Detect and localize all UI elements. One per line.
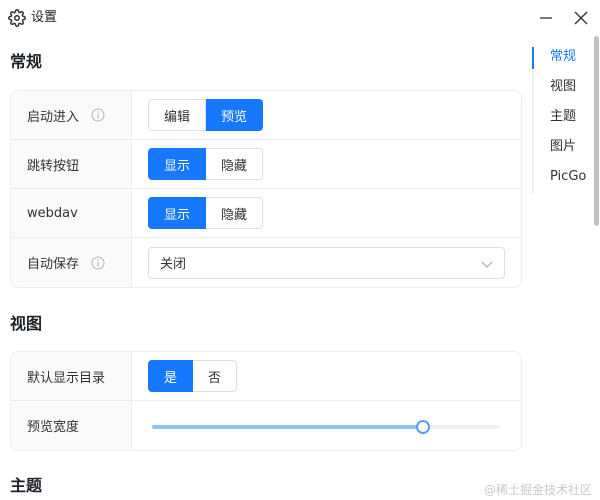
minimize-button[interactable] xyxy=(536,8,556,28)
option-edit[interactable]: 编辑 xyxy=(148,99,207,131)
info-icon[interactable] xyxy=(91,108,105,122)
section-title-general: 常规 xyxy=(10,52,43,71)
minimize-icon xyxy=(540,17,552,19)
setting-label: 预览宽度 xyxy=(27,420,80,435)
setting-value-cell: 显示 隐藏 xyxy=(132,140,521,188)
anchor-image[interactable]: 图片 xyxy=(534,134,592,164)
option-preview[interactable]: 预览 xyxy=(206,99,264,131)
setting-value-cell: 关闭 xyxy=(132,238,521,287)
anchor-view[interactable]: 视图 xyxy=(534,74,592,104)
section-title-view: 视图 xyxy=(10,314,43,333)
anchor-theme[interactable]: 主题 xyxy=(534,104,592,134)
setting-label-cell: 默认显示目录 xyxy=(11,352,132,400)
setting-row-autosave: 自动保存 关闭 xyxy=(11,238,521,287)
setting-row-startup: 启动进入 编辑 预览 xyxy=(11,91,521,140)
setting-label-cell: 自动保存 xyxy=(11,238,132,287)
setting-label-cell: 启动进入 xyxy=(11,91,132,139)
setting-row-preview-width: 预览宽度 xyxy=(11,401,521,450)
info-icon[interactable] xyxy=(91,256,105,270)
setting-label-cell: 跳转按钮 xyxy=(11,140,132,188)
select-value: 关闭 xyxy=(160,257,187,272)
anchor-picgo[interactable]: PicGo xyxy=(534,164,592,194)
setting-value-cell: 是 否 xyxy=(132,352,521,400)
option-show[interactable]: 显示 xyxy=(148,197,207,229)
preview-width-slider[interactable] xyxy=(152,416,500,436)
scrollbar[interactable] xyxy=(594,36,599,226)
chevron-down-icon xyxy=(481,261,493,268)
settings-content: 常规 启动进入 编辑 预览 跳转按钮 显示 隐藏 webdav 显示 隐藏 自动… xyxy=(0,36,530,500)
window-title: 设置 xyxy=(31,10,58,25)
default-toc-segmented: 是 否 xyxy=(148,360,238,392)
anchor-general[interactable]: 常规 xyxy=(534,44,592,74)
webdav-segmented: 显示 隐藏 xyxy=(148,197,264,229)
setting-value-cell: 编辑 预览 xyxy=(132,91,521,139)
setting-row-default-toc: 默认显示目录 是 否 xyxy=(11,352,521,401)
close-button[interactable] xyxy=(571,8,591,28)
watermark: @稀土掘金技术社区 xyxy=(484,483,593,497)
view-settings-card: 默认显示目录 是 否 预览宽度 xyxy=(10,351,522,451)
option-no[interactable]: 否 xyxy=(193,360,238,392)
setting-label: 跳转按钮 xyxy=(27,158,80,174)
jump-button-segmented: 显示 隐藏 xyxy=(148,148,264,180)
section-title-theme: 主题 xyxy=(10,476,43,495)
setting-label: 默认显示目录 xyxy=(27,370,106,386)
setting-label: 自动保存 xyxy=(27,257,80,272)
setting-label-cell: 预览宽度 xyxy=(11,401,132,450)
setting-label: 启动进入 xyxy=(27,109,80,125)
slider-thumb[interactable] xyxy=(416,419,430,434)
setting-label-cell: webdav xyxy=(11,189,132,237)
startup-mode-segmented: 编辑 预览 xyxy=(148,99,264,131)
autosave-select[interactable]: 关闭 xyxy=(148,246,505,279)
setting-row-webdav: webdav 显示 隐藏 xyxy=(11,189,521,238)
anchor-nav: 常规 视图 主题 图片 PicGo xyxy=(532,44,592,194)
setting-label: webdav xyxy=(27,205,78,221)
general-settings-card: 启动进入 编辑 预览 跳转按钮 显示 隐藏 webdav 显示 隐藏 自动保存 … xyxy=(10,90,522,288)
option-show[interactable]: 显示 xyxy=(148,148,207,180)
slider-fill xyxy=(152,424,423,429)
close-icon xyxy=(574,11,588,25)
gear-icon xyxy=(8,9,26,27)
setting-value-cell: 显示 隐藏 xyxy=(132,189,521,237)
option-hide[interactable]: 隐藏 xyxy=(206,197,264,229)
setting-value-cell xyxy=(132,401,521,450)
title-bar: 设置 xyxy=(0,0,600,36)
option-yes[interactable]: 是 xyxy=(148,360,194,392)
active-indicator xyxy=(532,47,534,69)
setting-row-jump-button: 跳转按钮 显示 隐藏 xyxy=(11,140,521,189)
option-hide[interactable]: 隐藏 xyxy=(206,148,264,180)
